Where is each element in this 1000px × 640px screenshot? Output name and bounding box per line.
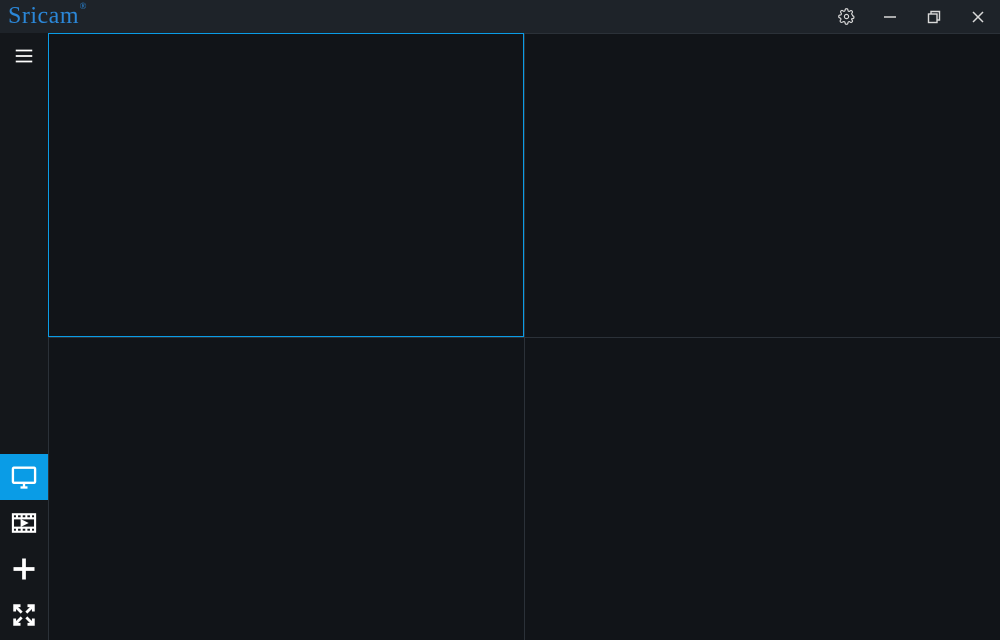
video-pane-2[interactable] <box>524 33 1000 337</box>
film-play-icon <box>10 509 38 537</box>
hamburger-icon <box>13 45 35 67</box>
sidebar-item-live-view[interactable] <box>0 454 48 500</box>
monitor-icon <box>10 463 38 491</box>
menu-toggle-button[interactable] <box>0 33 48 79</box>
close-button[interactable] <box>956 0 1000 33</box>
trademark-symbol: ® <box>80 1 87 11</box>
video-pane-3[interactable] <box>48 337 524 640</box>
minimize-icon <box>883 10 897 24</box>
close-icon <box>971 10 985 24</box>
expand-icon <box>10 601 38 629</box>
maximize-button[interactable] <box>912 0 956 33</box>
app-name-text: Sricam <box>8 3 79 29</box>
gear-icon <box>838 8 855 25</box>
window-controls <box>824 0 1000 33</box>
sidebar-top <box>0 33 48 79</box>
workspace <box>0 33 1000 640</box>
video-pane-1[interactable] <box>48 33 524 337</box>
sidebar <box>0 33 48 640</box>
video-grid <box>48 33 1000 640</box>
restore-icon <box>927 10 941 24</box>
sidebar-item-add-device[interactable] <box>0 546 48 592</box>
sidebar-item-playback[interactable] <box>0 500 48 546</box>
app-logo: Sricam® <box>8 3 79 30</box>
minimize-button[interactable] <box>868 0 912 33</box>
title-bar: Sricam® <box>0 0 1000 33</box>
settings-button[interactable] <box>824 0 868 33</box>
video-pane-4[interactable] <box>524 337 1000 640</box>
plus-icon <box>10 555 38 583</box>
sidebar-bottom <box>0 454 48 638</box>
sidebar-item-fullscreen[interactable] <box>0 592 48 638</box>
